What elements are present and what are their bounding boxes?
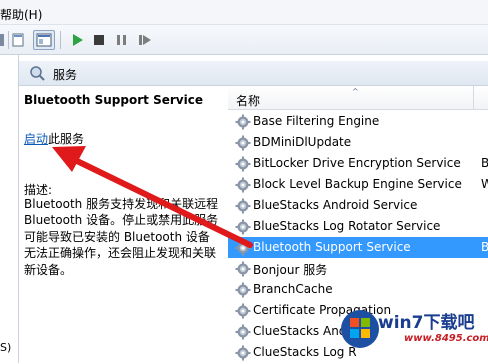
service-row[interactable]: BlueStacks Android Service bbox=[228, 195, 488, 216]
service-name: Bluetooth Support Service bbox=[253, 240, 411, 254]
menu-help[interactable]: 帮助(H) bbox=[0, 6, 42, 23]
service-gear-icon bbox=[235, 198, 251, 214]
column-divider[interactable] bbox=[473, 86, 474, 110]
menu-bar: 帮助(H) bbox=[0, 0, 488, 25]
service-row[interactable]: BitLocker Drive Encryption Service B bbox=[228, 153, 488, 174]
service-gear-icon bbox=[235, 219, 251, 235]
service-row[interactable]: Block Level Backup Engine Service W bbox=[228, 174, 488, 195]
page-title: 服务 bbox=[53, 68, 78, 82]
service-row[interactable]: Base Filtering Engine bbox=[228, 111, 488, 132]
start-icon[interactable] bbox=[68, 30, 88, 50]
toolbar-separator bbox=[60, 31, 61, 49]
service-description-fragment: W bbox=[481, 177, 488, 191]
service-description-fragment: B bbox=[481, 156, 488, 170]
description-text: Bluetooth 服务支持发现和关联远程 Bluetooth 设备。停止或禁用… bbox=[24, 197, 219, 277]
service-name: BDMiniDlUpdate bbox=[253, 135, 352, 149]
sort-ascending-icon: ^ bbox=[352, 87, 359, 96]
column-name-label: 名称 bbox=[236, 94, 261, 108]
start-service-link[interactable]: 启动 bbox=[24, 132, 48, 146]
watermark: win7下载吧 www.8495.com bbox=[338, 300, 488, 363]
service-name: Bonjour 服务 bbox=[253, 263, 328, 277]
windows-logo-icon bbox=[341, 310, 379, 348]
service-gear-icon bbox=[235, 156, 251, 172]
toolbar-separator bbox=[8, 31, 9, 49]
service-gear-icon bbox=[235, 282, 251, 298]
service-gear-icon bbox=[235, 177, 251, 193]
service-gear-icon bbox=[235, 324, 251, 340]
services-search-icon bbox=[29, 65, 45, 84]
service-name: Base Filtering Engine bbox=[253, 114, 380, 128]
restart-icon[interactable] bbox=[135, 30, 155, 50]
console-tree-pane: S) bbox=[0, 55, 19, 363]
service-row[interactable]: Bonjour 服务 bbox=[228, 258, 488, 279]
service-name: BitLocker Drive Encryption Service bbox=[253, 156, 461, 170]
back-icon[interactable] bbox=[0, 30, 5, 50]
start-service-line: 启动此服务 bbox=[24, 130, 84, 147]
pause-icon[interactable] bbox=[112, 30, 132, 50]
service-gear-icon bbox=[235, 261, 251, 277]
service-gear-icon bbox=[235, 303, 251, 319]
service-name: Block Level Backup Engine Service bbox=[253, 177, 462, 191]
service-description-fragment: B bbox=[481, 240, 488, 254]
show-hide-pane-icon[interactable] bbox=[33, 30, 55, 50]
service-row[interactable]: BranchCache bbox=[228, 279, 488, 300]
watermark-text: win7下载吧 bbox=[378, 313, 475, 333]
service-name: BranchCache bbox=[253, 282, 333, 296]
column-header-name[interactable]: 名称 ^ bbox=[228, 86, 488, 110]
tree-fragment-text: S) bbox=[0, 341, 12, 354]
service-row-selected[interactable]: Bluetooth Support Service B bbox=[228, 237, 488, 258]
service-row[interactable]: BDMiniDlUpdate bbox=[228, 132, 488, 153]
stop-icon[interactable] bbox=[89, 30, 109, 50]
start-service-suffix: 此服务 bbox=[48, 132, 85, 146]
service-gear-icon bbox=[235, 345, 251, 361]
service-row[interactable]: BlueStacks Log Rotator Service bbox=[228, 216, 488, 237]
service-gear-icon bbox=[235, 240, 251, 256]
toolbar bbox=[0, 25, 488, 55]
service-gear-icon bbox=[235, 114, 251, 130]
console-tree-icon[interactable] bbox=[12, 30, 24, 50]
watermark-url: www.8495.com bbox=[404, 333, 488, 344]
service-name: BlueStacks Log Rotator Service bbox=[253, 219, 441, 233]
service-name: BlueStacks Android Service bbox=[253, 198, 418, 212]
selected-service-name: Bluetooth Support Service bbox=[24, 93, 203, 107]
services-header: 服务 bbox=[19, 61, 488, 86]
description-pane: Bluetooth Support Service 启动此服务 描述: Blue… bbox=[19, 86, 224, 363]
service-gear-icon bbox=[235, 135, 251, 151]
